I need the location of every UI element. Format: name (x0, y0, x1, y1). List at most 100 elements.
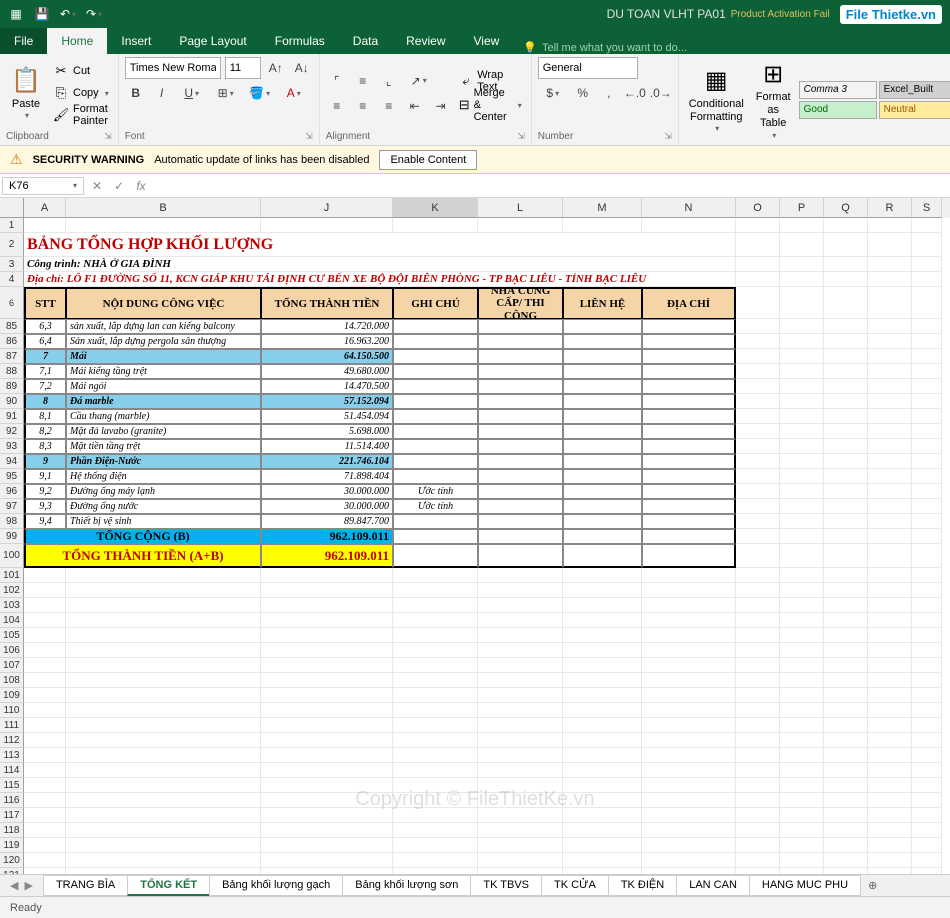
empty-cell[interactable] (24, 703, 66, 718)
sheet-tab[interactable]: TK ĐIỆN (608, 875, 677, 896)
cell-nhacungcap[interactable] (478, 364, 563, 379)
decrease-decimal-icon[interactable]: .0→ (650, 82, 672, 104)
cell-stt[interactable]: 9,4 (24, 514, 66, 529)
cell-noidung[interactable]: Mặt đá lavabo (granite) (66, 424, 261, 439)
row-header[interactable]: 85 (0, 319, 24, 334)
cell-lienhe[interactable] (563, 364, 642, 379)
sheet-tab[interactable]: TRANG BÌA (43, 875, 128, 896)
empty-cell[interactable] (642, 658, 736, 673)
orientation-icon[interactable]: ↗▾ (404, 70, 434, 92)
redo-icon[interactable]: ↷▾ (86, 6, 102, 22)
empty-cell[interactable] (824, 718, 868, 733)
column-header-Q[interactable]: Q (824, 198, 868, 218)
row-header[interactable]: 99 (0, 529, 24, 544)
empty-cell[interactable] (780, 718, 824, 733)
cell-tongtien[interactable]: 30.000.000 (261, 499, 393, 514)
empty-cell[interactable] (642, 853, 736, 868)
sheet-tab[interactable]: TK TBVS (470, 875, 542, 896)
cell-ghichu[interactable] (393, 439, 478, 454)
cell-stt[interactable]: 6,3 (24, 319, 66, 334)
empty-cell[interactable] (66, 718, 261, 733)
empty-cell[interactable] (912, 703, 942, 718)
empty-cell[interactable] (24, 658, 66, 673)
column-header-A[interactable]: A (24, 198, 66, 218)
fx-icon[interactable]: fx (130, 176, 152, 196)
empty-cell[interactable] (912, 838, 942, 853)
cell-stt[interactable]: 7,2 (24, 379, 66, 394)
empty-cell[interactable] (912, 853, 942, 868)
align-left-icon[interactable]: ≡ (326, 95, 348, 117)
sheet-nav-prev-icon[interactable]: ◀ (10, 879, 18, 892)
cell-lienhe[interactable] (563, 439, 642, 454)
row-header[interactable]: 111 (0, 718, 24, 733)
empty-cell[interactable] (24, 613, 66, 628)
empty-cell[interactable] (24, 823, 66, 838)
cell-lienhe[interactable] (563, 349, 642, 364)
empty-cell[interactable] (824, 838, 868, 853)
empty-cell[interactable] (478, 613, 563, 628)
row-header[interactable]: 108 (0, 673, 24, 688)
sheet-tab[interactable]: Bảng khối lượng gạch (209, 875, 343, 896)
empty-cell[interactable] (393, 598, 478, 613)
cell-nhacungcap[interactable] (478, 394, 563, 409)
cell-noidung[interactable]: Thiết bị vệ sinh (66, 514, 261, 529)
empty-cell[interactable] (912, 658, 942, 673)
row-header[interactable]: 102 (0, 583, 24, 598)
cell-lienhe[interactable] (563, 469, 642, 484)
tab-home[interactable]: Home (47, 28, 107, 54)
cell-diachi[interactable] (642, 454, 736, 469)
increase-font-icon[interactable]: A↑ (265, 57, 287, 79)
empty-cell[interactable] (66, 598, 261, 613)
column-header-K[interactable]: K (393, 198, 478, 218)
empty-cell[interactable] (261, 793, 393, 808)
cell-tongtien[interactable]: 11.514.400 (261, 439, 393, 454)
empty-cell[interactable] (393, 628, 478, 643)
cell-tongtien[interactable]: 51.454.094 (261, 409, 393, 424)
empty-cell[interactable] (780, 823, 824, 838)
cell-diachi[interactable] (642, 394, 736, 409)
cell-tongtien[interactable]: 49.680.000 (261, 364, 393, 379)
empty-cell[interactable] (868, 763, 912, 778)
empty-cell[interactable] (780, 853, 824, 868)
cell-ghichu[interactable] (393, 379, 478, 394)
empty-cell[interactable] (868, 808, 912, 823)
row-header[interactable]: 94 (0, 454, 24, 469)
empty-cell[interactable] (868, 583, 912, 598)
empty-cell[interactable] (642, 733, 736, 748)
cell-noidung[interactable]: Sản xuất, lắp dựng pergola sân thượng (66, 334, 261, 349)
empty-cell[interactable] (642, 703, 736, 718)
empty-cell[interactable] (868, 643, 912, 658)
sheet-tab[interactable]: LAN CAN (676, 875, 750, 896)
row-header[interactable]: 1 (0, 218, 24, 233)
empty-cell[interactable] (261, 718, 393, 733)
copy-button[interactable]: ⎘Copy▾ (50, 83, 112, 104)
cell-tongtien[interactable]: 5.698.000 (261, 424, 393, 439)
empty-cell[interactable] (824, 613, 868, 628)
empty-cell[interactable] (563, 598, 642, 613)
empty-cell[interactable] (824, 643, 868, 658)
empty-cell[interactable] (736, 763, 780, 778)
column-header-O[interactable]: O (736, 198, 780, 218)
empty-cell[interactable] (736, 658, 780, 673)
empty-cell[interactable] (642, 748, 736, 763)
empty-cell[interactable] (824, 673, 868, 688)
empty-cell[interactable] (261, 763, 393, 778)
cell-diachi[interactable] (642, 349, 736, 364)
empty-cell[interactable] (912, 733, 942, 748)
cell-lienhe[interactable] (563, 424, 642, 439)
row-header[interactable]: 89 (0, 379, 24, 394)
empty-cell[interactable] (66, 613, 261, 628)
cell-nhacungcap[interactable] (478, 439, 563, 454)
empty-cell[interactable] (66, 778, 261, 793)
empty-cell[interactable] (912, 763, 942, 778)
empty-cell[interactable] (66, 673, 261, 688)
cell-noidung[interactable]: Mái ngói (66, 379, 261, 394)
row-header[interactable]: 91 (0, 409, 24, 424)
format-as-table-button[interactable]: ⊞Format as Table▾ (752, 57, 795, 142)
empty-cell[interactable] (868, 778, 912, 793)
cell-nhacungcap[interactable] (478, 319, 563, 334)
empty-cell[interactable] (824, 658, 868, 673)
row-header[interactable]: 98 (0, 514, 24, 529)
empty-cell[interactable] (780, 793, 824, 808)
empty-cell[interactable] (393, 778, 478, 793)
